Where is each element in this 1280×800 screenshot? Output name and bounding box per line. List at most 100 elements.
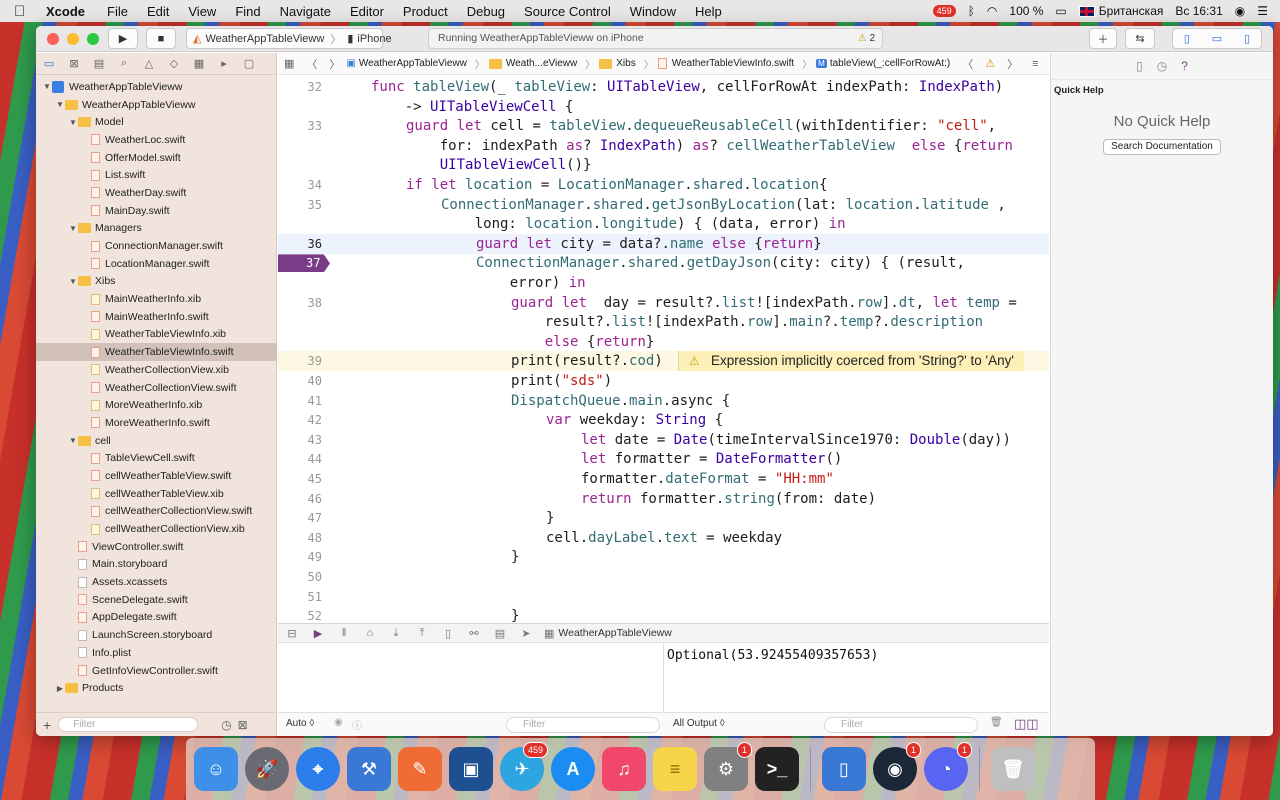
code-line[interactable]: cell.dayLabel.text = weekday [546,528,782,548]
tree-item[interactable]: cellWeatherCollectionView.swift [36,503,277,521]
code-line[interactable]: long: location.longitude) { (data, error… [441,214,846,234]
navigator-toggle-icon[interactable]: ▯ [1184,32,1190,45]
console-filter-input[interactable]: Filter [824,717,978,733]
line-number[interactable]: 34 [278,175,322,195]
dock-discord-icon[interactable]: ◔ 1 [924,742,972,791]
battery-label[interactable]: 100 % [1009,4,1043,18]
line-number[interactable]: 35 [278,195,322,215]
report-icon[interactable]: ▢ [240,56,258,72]
output-selector[interactable]: All Output ◊ [673,718,725,729]
step-over-icon[interactable]: ⌂ [362,627,378,639]
tree-item[interactable]: OfferModel.swift [36,149,277,167]
dock-trash-icon[interactable]: 🗑 [991,747,1035,791]
code-line[interactable]: if let location = LocationManager.shared… [406,175,828,195]
variables-filter-input[interactable]: Filter [506,717,660,733]
code-line[interactable]: -> UITableViewCell { [371,97,574,117]
navigator-filter-input[interactable]: Filter [58,717,199,732]
code-line[interactable]: var weekday: String { [546,410,723,430]
code-line[interactable]: print("sds") [511,371,612,391]
menu-file[interactable]: File [107,4,128,19]
breakpoints-toggle-icon[interactable]: ▶ [310,627,326,640]
code-line[interactable]: formatter.dateFormat = "HH:mm" [581,469,834,489]
menu-edit[interactable]: Edit [147,4,169,19]
code-line[interactable]: print(result?.cod) [511,351,663,371]
code-line[interactable]: } [511,606,519,622]
dock-notes-icon[interactable]: ≡ [653,747,697,791]
console[interactable]: Optional(53.92455409357653) [665,644,1049,712]
crumb-group[interactable]: Weath...eVieww [488,58,577,69]
file-inspector-icon[interactable]: ▯ [1136,59,1143,73]
tree-item[interactable]: WeatherDay.swift [36,184,277,202]
issue-warning-icon[interactable]: ⚠ [985,57,995,70]
trash-icon[interactable]: 🗑 [990,717,1003,728]
tree-item[interactable]: ▼ Xibs [36,273,277,291]
line-number[interactable]: 52 [278,606,322,622]
tree-item[interactable]: MainWeatherInfo.swift [36,308,277,326]
code-line[interactable]: UITableViewCell()} [406,155,592,175]
next-issue-icon[interactable]: 〉 [1007,56,1018,72]
tree-item[interactable]: ▼ WeatherAppTableVieww [36,78,277,96]
line-number[interactable]: 51 [278,587,322,607]
recent-icon[interactable]: ◷ [221,718,231,732]
library-button[interactable]: ＋ [1089,28,1117,49]
tree-item[interactable]: cellWeatherTableView.xib [36,485,277,503]
debug-icon[interactable]: ▦ [190,56,208,72]
folder-icon[interactable]: ▭ [40,56,58,72]
tree-item[interactable]: WeatherCollectionView.swift [36,379,277,397]
tree-item[interactable]: MainWeatherInfo.xib [36,290,277,308]
menu-navigate[interactable]: Navigate [280,4,331,19]
code-line[interactable]: error) in [476,273,586,293]
tree-item[interactable]: ▼ cell [36,432,277,450]
warning-bubble[interactable]: ⚠ Expression implicitly coerced from 'Str… [678,351,1024,372]
line-number[interactable]: 47 [278,508,322,528]
line-number[interactable]: 36 [278,234,322,254]
line-number[interactable]: 32 [278,77,322,97]
line-number[interactable]: 49 [278,547,322,567]
scheme-selector[interactable]: ◭ WeatherAppTableVieww 〉 ▮ iPhone [186,28,392,49]
back-icon[interactable]: 〈 [306,56,317,72]
line-number[interactable]: 38 [278,293,322,313]
breakpoint-marker[interactable]: 37 [278,254,330,273]
close-window-button[interactable] [47,33,59,45]
code-line[interactable]: guard let day = result?.list![indexPath.… [511,293,1017,313]
quick-help-icon[interactable]: ? [1181,59,1188,73]
dock-steam-icon[interactable]: ◉ 1 [873,742,921,791]
location-icon[interactable]: ➤ [518,627,534,640]
inspector-toggle-icon[interactable]: ▯ [1244,32,1250,45]
disclosure-open-icon[interactable]: ▼ [68,118,78,127]
code-line[interactable]: guard let city = data?.name else {return… [476,234,822,254]
tree-item[interactable]: Info.plist [36,644,277,662]
line-number[interactable]: 42 [278,410,322,430]
tree-item[interactable]: MoreWeatherInfo.swift [36,414,277,432]
crumb-xibs[interactable]: Xibs [599,58,636,69]
line-number[interactable]: 46 [278,489,322,509]
view-hierarchy-icon[interactable]: ▯ [440,627,456,640]
wifi-icon[interactable]: ◠ [987,4,997,18]
add-icon[interactable]: + [43,717,51,733]
code-line[interactable]: DispatchQueue.main.async { [511,391,730,411]
line-number[interactable]: 44 [278,449,322,469]
tree-item[interactable]: Assets.xcassets [36,573,277,591]
menu-help[interactable]: Help [695,4,722,19]
dock-launchpad-icon[interactable]: 🚀 [245,747,289,791]
pause-icon[interactable]: ‖ [336,627,352,639]
siri-icon[interactable]: ◉ [1235,4,1245,18]
menu-window[interactable]: Window [630,4,676,19]
find-icon[interactable]: ⌕ [115,56,133,72]
tree-item[interactable]: TableViewCell.swift [36,449,277,467]
tree-item[interactable]: List.swift [36,166,277,184]
tree-item[interactable]: ConnectionManager.swift [36,237,277,255]
menu-source-control[interactable]: Source Control [524,4,611,19]
debug-toggle-icon[interactable]: ▭ [1212,32,1222,45]
crumb-method[interactable]: MtableView(_:cellForRowAt:) [816,58,950,69]
test-icon[interactable]: ◇ [165,56,183,72]
code-line[interactable]: return formatter.string(from: date) [581,489,876,509]
related-items-icon[interactable]: ▦ [284,57,294,70]
tree-item[interactable]: MoreWeatherInfo.xib [36,396,277,414]
clock[interactable]: Вс 16:31 [1175,4,1222,18]
menu-find[interactable]: Find [235,4,260,19]
menu-view[interactable]: View [188,4,216,19]
code-line[interactable]: } [546,508,554,528]
tree-item[interactable]: ▼ WeatherAppTableVieww [36,96,277,114]
tree-item[interactable]: MainDay.swift [36,202,277,220]
